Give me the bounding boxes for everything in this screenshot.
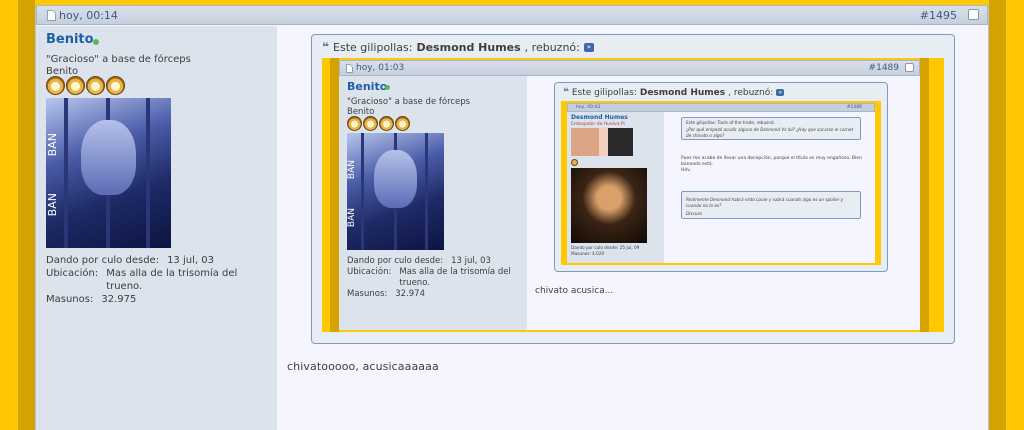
inner-post-checkbox — [905, 63, 914, 72]
avatar-ban-text-top: BAN — [46, 133, 59, 157]
thumb-photo — [571, 168, 647, 243]
user-title-line1: "Gracioso" a base de fórceps — [46, 54, 191, 65]
user-rank-icons — [46, 76, 125, 95]
rank-face-icon — [46, 76, 65, 95]
avatar-face — [81, 120, 136, 195]
inner-rank-icons — [347, 116, 410, 131]
view-post-arrow-icon: » — [776, 89, 785, 96]
rank-face-icon — [395, 116, 410, 131]
inner-quoted-screenshot: hoy, 00:43 #1486 Desmond Humes Embajador… — [561, 101, 881, 265]
user-info-panel: Benito "Gracioso" a base de fórceps Beni… — [36, 26, 277, 430]
user-avatar[interactable]: BAN BAN — [46, 98, 171, 248]
avatar-bar — [361, 133, 364, 250]
avatar-bar — [425, 133, 428, 250]
thumb-user-info: Desmond Humes Embajador de Huelva Pi Dan… — [567, 112, 664, 263]
inner-post-date: hoy, 01:03 — [346, 63, 404, 73]
post-header: hoy, 00:14 #1495 — [36, 5, 988, 25]
user-stat-masunos: Masunos: 32.975 — [46, 294, 137, 305]
inner-username: Benito — [347, 80, 388, 93]
user-stat-joined: Dando por culo desde: 13 jul, 03 — [46, 255, 214, 266]
thumb-header: hoy, 00:43 #1486 — [567, 103, 875, 112]
quote-prefix: Este gilipollas: — [333, 40, 413, 54]
avatar-ban-text-bottom: BAN — [46, 193, 59, 217]
user-stat-location: Ubicación: Mas alla de la trisomía del t… — [46, 268, 238, 292]
quoted-screenshot: hoy, 01:03 #1489 Benito "Gracioso" a bas… — [322, 58, 944, 332]
rank-face-icon — [86, 76, 105, 95]
avatar-face — [374, 150, 417, 208]
user-stats: Dando por culo desde: 13 jul, 03 Ubicaci… — [46, 254, 266, 306]
inner-post-message: chivato acusica... — [535, 286, 614, 296]
inner-document-icon — [346, 63, 353, 73]
page-stripe-left — [18, 0, 35, 430]
inner-post-number: #1489 — [868, 63, 899, 73]
avatar-bar — [146, 98, 150, 248]
post-date-text: hoy, 00:14 — [59, 9, 118, 22]
inner-quote-header: ❝ Este gilipollas: Desmond Humes, rebuzn… — [563, 87, 785, 98]
rank-face-icon — [379, 116, 394, 131]
inner-post: hoy, 01:03 #1489 Benito "Gracioso" a bas… — [339, 60, 920, 330]
inner-quote-block: ❝ Este gilipollas: Desmond Humes, rebuzn… — [554, 82, 888, 272]
view-post-arrow-icon[interactable]: » — [583, 42, 594, 52]
rank-face-icon — [347, 116, 362, 131]
user-title: "Gracioso" a base de fórceps Benito — [46, 54, 191, 78]
username-link[interactable]: Benito — [46, 32, 94, 47]
thumb-stats: Dando por culo desde: 25 jul, 09 Masunos… — [571, 245, 640, 256]
rank-face-icon — [106, 76, 125, 95]
inner-user-info: Benito "Gracioso" a base de fórceps Beni… — [339, 76, 527, 330]
thumb-avatar-image — [571, 128, 633, 156]
thumb-quote-1: Este gilipollas: Tools of the trade, reb… — [681, 117, 861, 140]
post-number-link[interactable]: #1495 — [920, 9, 957, 22]
inner-online-icon — [385, 85, 390, 90]
online-status-icon — [93, 39, 99, 45]
post-select-checkbox[interactable] — [968, 9, 979, 20]
forum-post: hoy, 00:14 #1495 Benito "Gracioso" a bas… — [35, 5, 989, 430]
quote-header: ❝ Este gilipollas: Desmond Humes, rebuzn… — [322, 40, 594, 54]
quote-suffix: , rebuznó: — [524, 40, 580, 54]
post-message: chivatooooo, acusicaaaaaa — [287, 360, 439, 373]
thumb-smiley-icon — [571, 159, 578, 166]
quote-block: ❝ Este gilipollas: Desmond Humes, rebuzn… — [311, 34, 955, 344]
inner-avatar: BAN BAN — [347, 133, 444, 250]
inner-stripe-left — [330, 58, 339, 332]
avatar-bar — [64, 98, 68, 248]
inner-user-stats: Dando por culo desde: 13 jul, 03 Ubicació… — [347, 256, 511, 299]
inner-user-title: "Gracioso" a base de fórceps Benito — [347, 97, 471, 117]
page-stripe-right — [989, 0, 1006, 430]
rank-face-icon — [66, 76, 85, 95]
inner-post-header: hoy, 01:03 #1489 — [339, 60, 920, 76]
thumb-body: Pues me acabo de llevar una decepción, p… — [681, 156, 862, 173]
inner-stripe-right — [920, 58, 929, 332]
quote-author: Desmond Humes — [416, 40, 521, 54]
post-date: hoy, 00:14 — [47, 9, 118, 22]
rank-face-icon — [363, 116, 378, 131]
quote-icon: ❝ — [322, 40, 330, 54]
thumb-post: hoy, 00:43 #1486 Desmond Humes Embajador… — [567, 103, 875, 263]
thumb-quote-2: Realmente Desmond habrá visto Louie y sa… — [681, 191, 861, 219]
quote-icon: ❝ — [563, 87, 569, 98]
post-document-icon — [47, 10, 56, 21]
